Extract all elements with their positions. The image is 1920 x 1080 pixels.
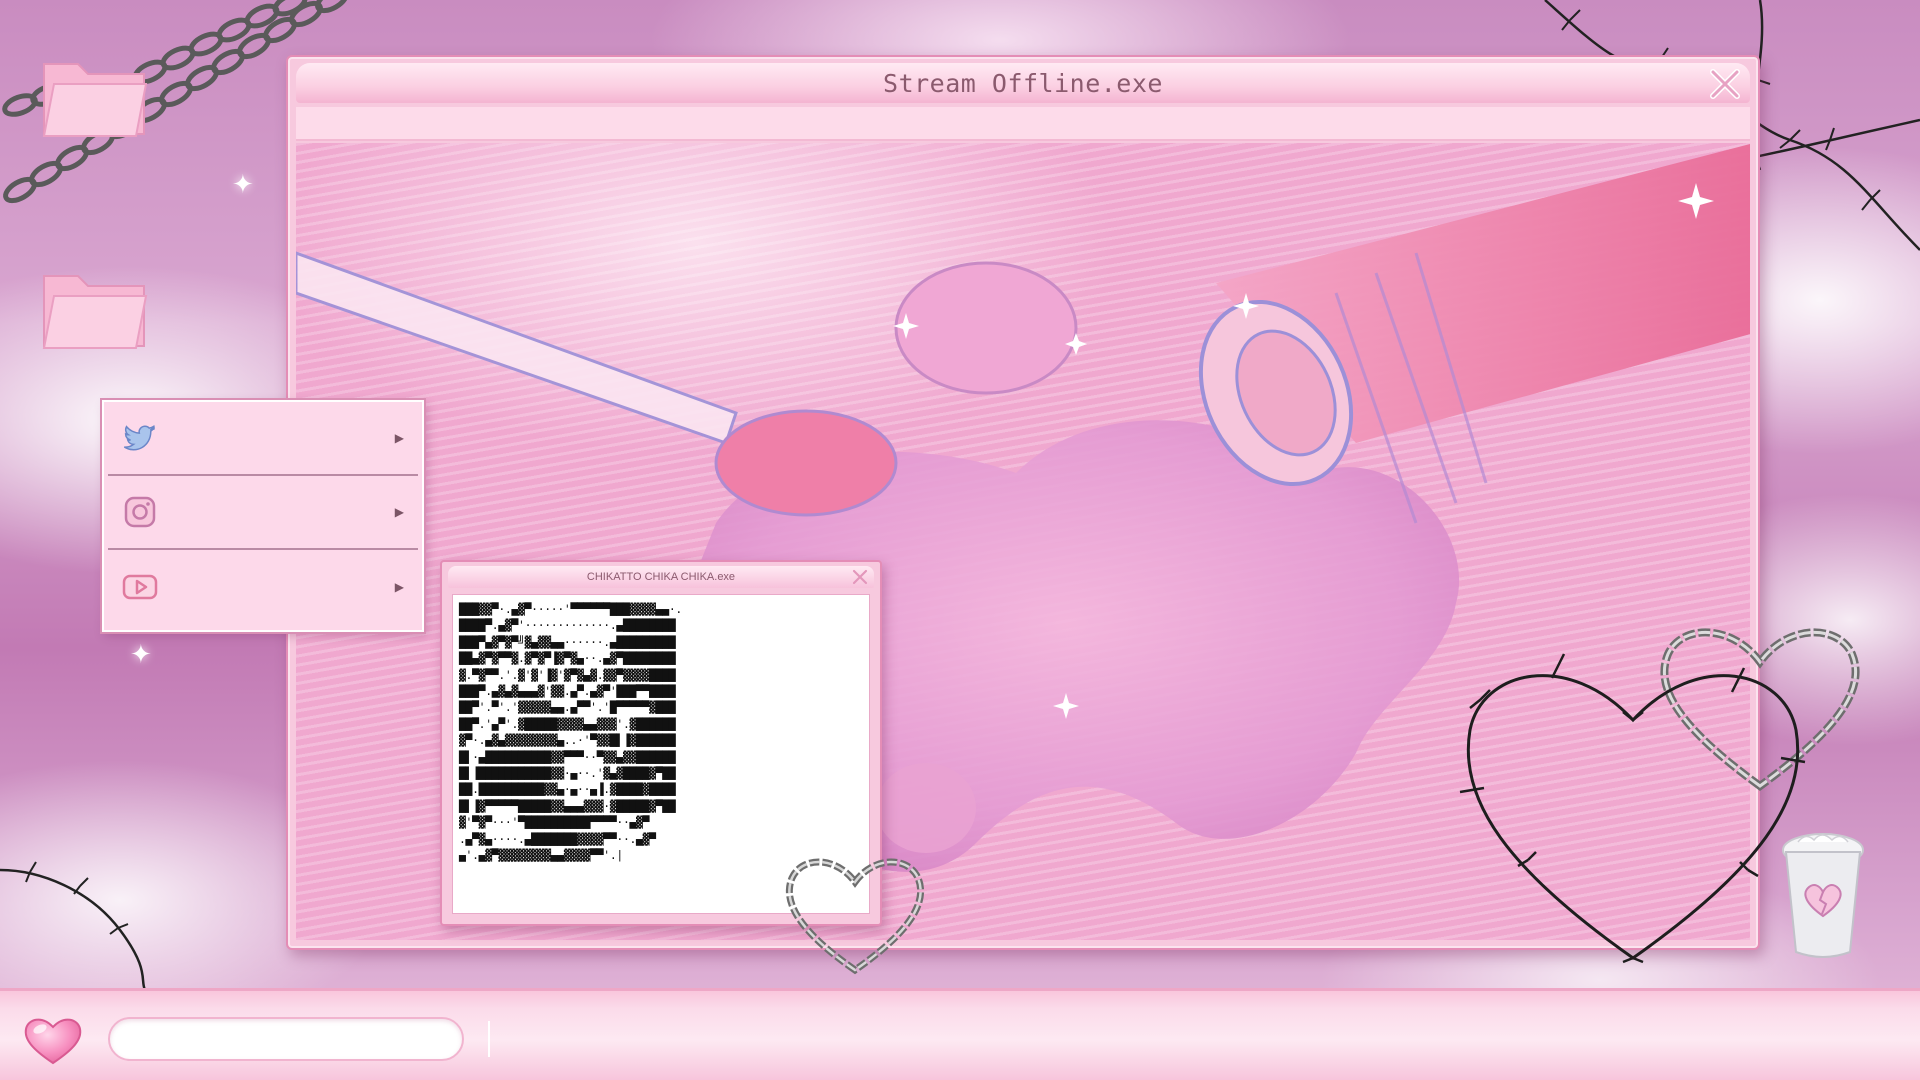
close-icon[interactable] (852, 569, 868, 585)
window-title: CHIKATTO CHIKA CHIKA.exe (586, 571, 736, 583)
close-icon[interactable] (1708, 67, 1742, 101)
folder-icon[interactable] (40, 50, 150, 140)
submenu-arrow-icon: ▶ (394, 505, 404, 519)
chain-heart-decoration (785, 858, 925, 975)
social-links-menu: ▶ ▶ ▶ (100, 398, 426, 634)
trash-icon[interactable] (1778, 828, 1868, 960)
sparkle-icon: ✦ (130, 640, 152, 670)
folder-icon[interactable] (40, 262, 150, 352)
sparkle-icon: ✦ (232, 170, 254, 200)
social-item-twitter[interactable]: ▶ (108, 402, 418, 476)
youtube-icon (122, 574, 158, 600)
instagram-icon (124, 496, 156, 528)
heart-icon[interactable] (22, 1013, 84, 1067)
barbed-wire-decoration (0, 861, 147, 990)
window-title: Stream Offline.exe (883, 68, 1163, 98)
submenu-arrow-icon: ▶ (394, 580, 404, 594)
submenu-arrow-icon: ▶ (394, 431, 404, 445)
taskbar (0, 988, 1920, 1080)
search-input[interactable] (108, 1017, 464, 1061)
twitter-icon (123, 424, 155, 451)
barbed-heart-decoration (1459, 653, 1806, 964)
window-titlebar[interactable]: Stream Offline.exe (296, 63, 1750, 103)
social-item-youtube[interactable]: ▶ (108, 550, 418, 624)
taskbar-divider (488, 1021, 490, 1057)
ascii-art-text: ███▓▓▀·.▄▓▀·····'▀▀▀▀▀▀███▓▓▓▓▄▄·. ████▀… (459, 602, 682, 863)
window-toolbar (296, 107, 1750, 141)
window-titlebar[interactable]: CHIKATTO CHIKA CHIKA.exe (448, 566, 874, 588)
social-item-instagram[interactable]: ▶ (108, 476, 418, 550)
